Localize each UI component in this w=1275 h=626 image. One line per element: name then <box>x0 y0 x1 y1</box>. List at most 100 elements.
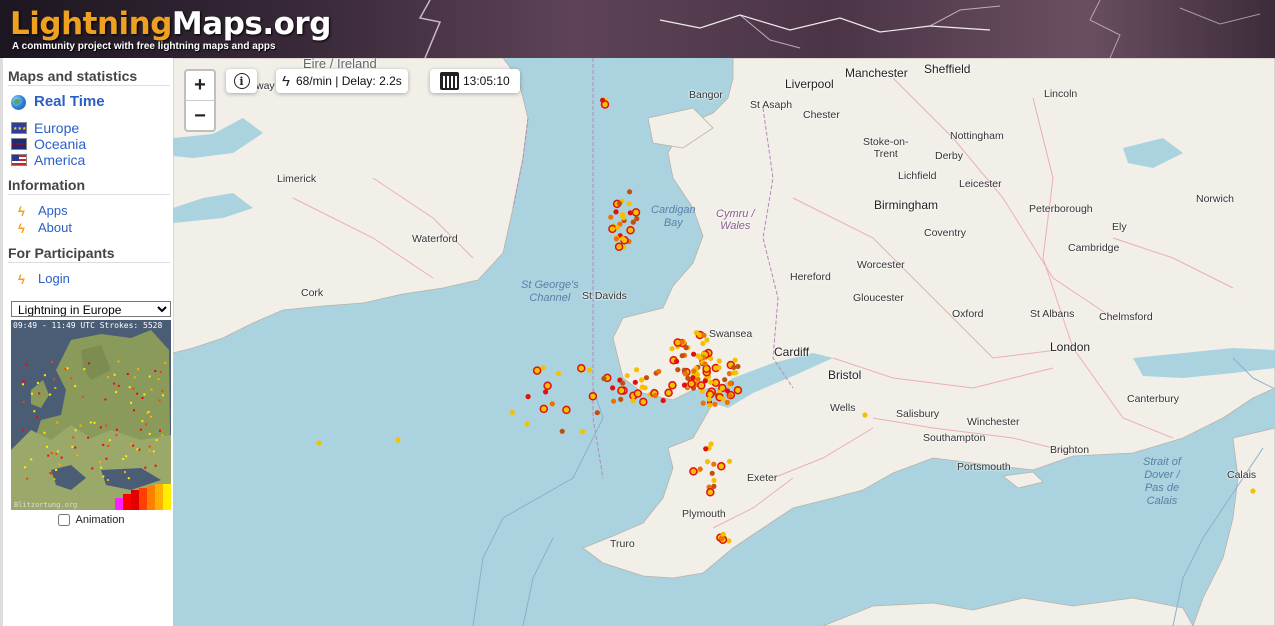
minimap-strike <box>148 449 151 452</box>
globe-icon <box>11 94 26 110</box>
lightning-strike <box>632 379 638 385</box>
minimap-strike <box>33 410 36 413</box>
minimap-strike <box>126 373 129 375</box>
lightning-strike <box>613 209 619 215</box>
minimap-strike <box>138 448 141 451</box>
time-box[interactable]: 13:05:10 <box>430 69 520 93</box>
minimap-strike <box>158 399 161 402</box>
minimap-strike <box>113 382 116 385</box>
site-header: LightningMaps.org A community project wi… <box>0 0 1275 58</box>
label-stoke: Stoke-on- Trent <box>863 136 909 160</box>
minimap-strike <box>66 367 69 370</box>
minimap-strike <box>76 454 79 457</box>
minimap-strike <box>30 458 33 461</box>
lightning-strike <box>614 242 624 252</box>
lightning-strike <box>700 340 706 347</box>
lightning-strike <box>693 330 700 336</box>
minimap-strike <box>71 445 74 448</box>
animation-row: Animation <box>11 514 171 526</box>
lightning-strike <box>562 405 571 415</box>
zoom-in-button[interactable]: + <box>186 71 214 101</box>
minimap-strike <box>22 383 24 386</box>
login-link[interactable]: ϟ Login <box>8 271 173 287</box>
info-link-apps[interactable]: ϟ Apps <box>8 203 173 219</box>
minimap-strike <box>54 387 57 390</box>
lightning-strike <box>697 381 706 390</box>
lightning-strike <box>587 367 593 373</box>
animation-checkbox[interactable] <box>57 514 70 526</box>
lightning-strike <box>639 377 645 383</box>
lightning-strike <box>706 396 712 402</box>
site-logo[interactable]: LightningMaps.org <box>10 6 331 42</box>
lightning-strike <box>549 401 555 407</box>
lightning-bolt-icon: ϟ <box>18 221 25 236</box>
minimap-strike <box>159 370 162 373</box>
lightning-strike <box>695 376 701 382</box>
lightning-strike <box>707 402 713 408</box>
region-link-europe[interactable]: Europe <box>8 120 173 137</box>
lightning-strike <box>726 458 733 464</box>
region-link-america[interactable]: America <box>8 152 173 168</box>
label-liverpool: Liverpool <box>785 77 834 91</box>
lightning-strike <box>608 214 614 220</box>
realtime-link[interactable]: Real Time <box>8 94 173 110</box>
minimap-strike <box>159 429 161 432</box>
label-leicester: Leicester <box>959 178 1002 190</box>
minimap-strike <box>50 452 53 455</box>
label-brighton: Brighton <box>1050 444 1090 456</box>
minimap-strike <box>64 368 67 370</box>
lightning-strike <box>525 394 531 400</box>
minimap-strike <box>72 436 75 439</box>
lightning-strike <box>681 382 688 388</box>
label-sheffield: Sheffield <box>924 62 971 76</box>
minimap-strike <box>137 368 140 371</box>
region-link-oceania[interactable]: Oceania <box>8 136 173 152</box>
label-lichfield: Lichfield <box>898 170 937 182</box>
info-button[interactable]: i <box>226 69 257 93</box>
lightning-strike <box>683 345 689 351</box>
minimap-strike <box>133 409 135 412</box>
label-chelmsford: Chelmsford <box>1099 311 1153 323</box>
lightning-strike <box>716 365 722 371</box>
lightning-strike <box>656 368 662 375</box>
label-manchester: Manchester <box>845 66 908 80</box>
minimap-strike <box>115 434 118 436</box>
minimap-strike <box>162 394 164 397</box>
lightning-strike <box>669 346 675 352</box>
label-norwich: Norwich <box>1196 193 1234 205</box>
lightning-map[interactable]: Éire / Ireland way Limerick Waterford Co… <box>173 58 1275 626</box>
lightning-strike <box>679 353 685 359</box>
minimap-strike <box>104 398 107 401</box>
lightning-strike <box>600 97 606 103</box>
label-exeter: Exeter <box>747 472 778 484</box>
minimap-strike <box>56 450 59 453</box>
minimap-region-select[interactable]: Lightning in Europe <box>11 301 171 317</box>
minimap-strike <box>74 429 77 432</box>
lightning-strike <box>709 470 715 476</box>
europe-minimap[interactable]: 09:49 - 11:49 UTC Strokes: 5528 Blitzort… <box>11 320 171 510</box>
minimap-strike <box>70 377 73 380</box>
lightning-strike <box>639 397 648 407</box>
minimap-strike <box>91 467 94 470</box>
lightning-strike <box>616 200 623 207</box>
lightning-strike <box>615 225 621 231</box>
region-label: Oceania <box>34 136 87 152</box>
minimap-strike <box>107 376 109 379</box>
minimap-strike <box>22 400 25 403</box>
logo-lightning-text: Lightning <box>10 6 172 42</box>
lightning-strike <box>395 437 401 443</box>
lightning-strike <box>633 389 643 398</box>
lightning-strike <box>703 446 709 452</box>
zoom-out-button[interactable]: − <box>186 101 214 131</box>
label-truro: Truro <box>610 538 635 550</box>
minimap-strike <box>108 439 111 442</box>
info-link-about[interactable]: ϟ About <box>8 220 173 236</box>
minimap-strike <box>93 421 96 424</box>
lightning-strike <box>712 401 718 407</box>
section-title-information: Information <box>8 177 170 195</box>
lightning-strike <box>618 396 624 402</box>
lightning-bolt-icon: ϟ <box>18 204 25 219</box>
label-salisbury: Salisbury <box>896 408 940 420</box>
lightning-strike <box>626 201 632 207</box>
minimap-strike <box>26 477 29 480</box>
